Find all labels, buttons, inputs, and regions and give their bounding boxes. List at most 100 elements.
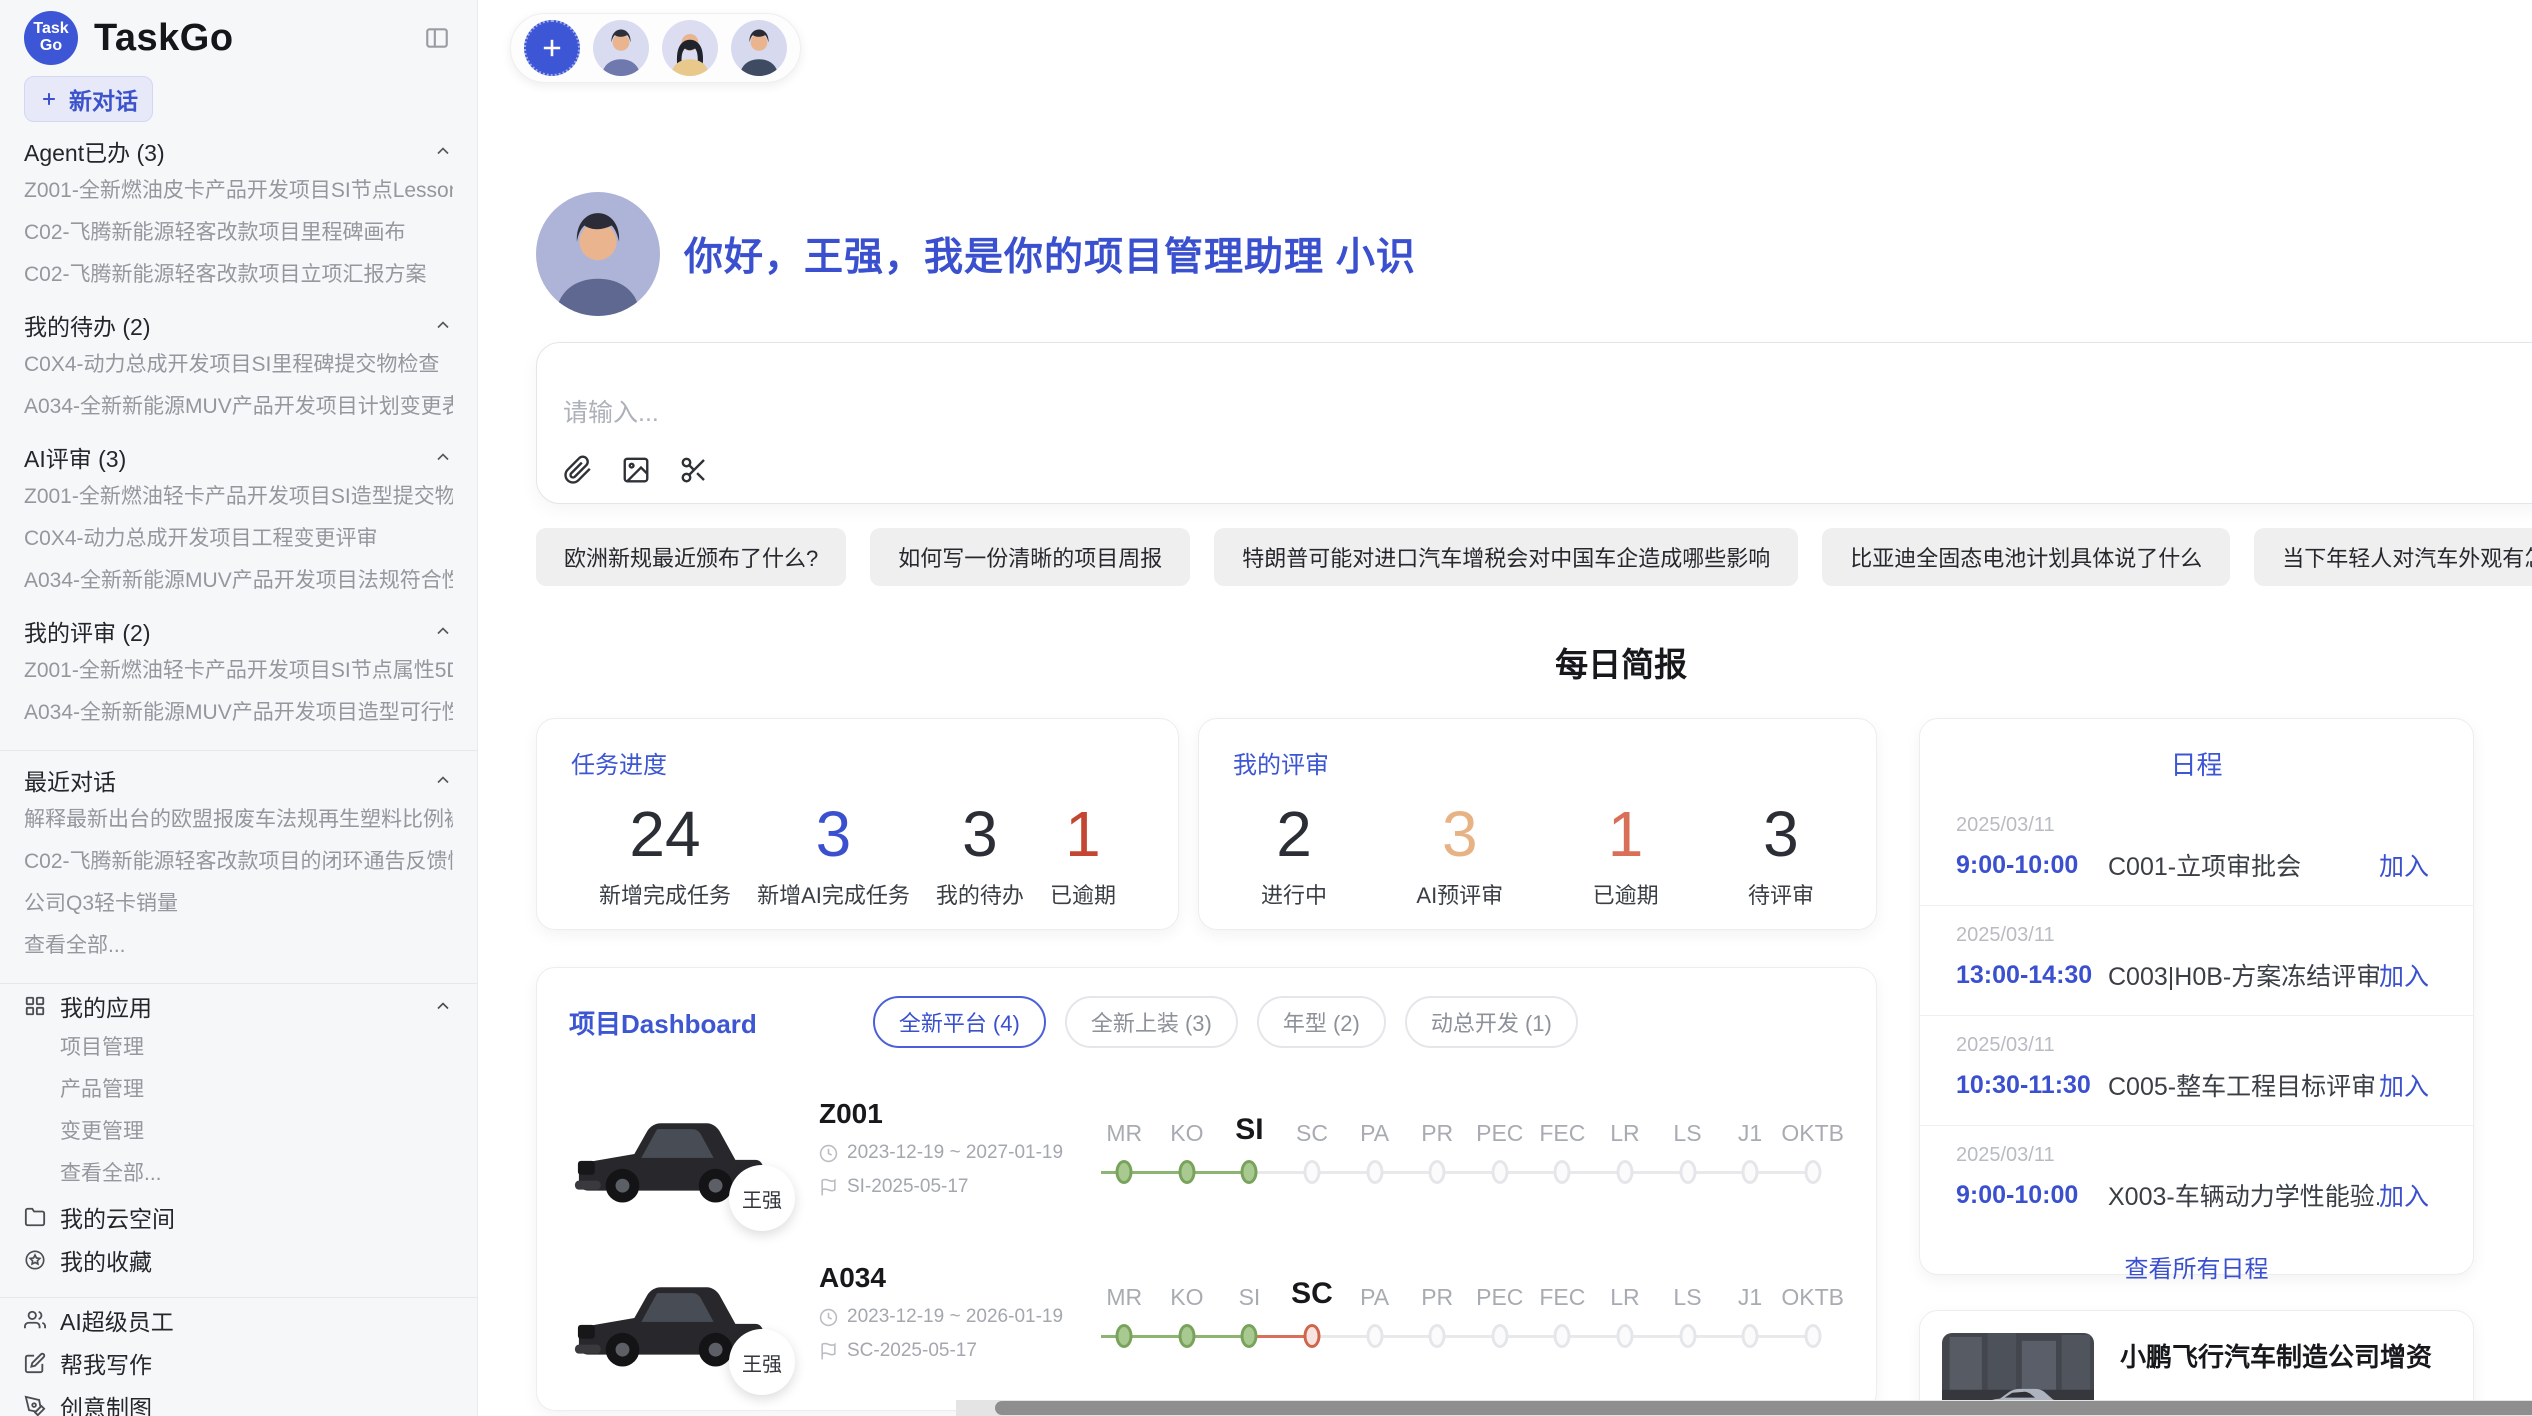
sidebar-app-item[interactable]: 查看全部...: [24, 1153, 453, 1195]
join-link[interactable]: 加入: [2379, 1067, 2429, 1103]
add-agent-button[interactable]: [524, 20, 580, 76]
sidebar-tool-item[interactable]: 创意制图: [24, 1384, 453, 1416]
project-code: Z001: [819, 1098, 1067, 1130]
sidebar-task-item[interactable]: A034-全新新能源MUV产品开发项目法规符合性评审: [24, 560, 453, 602]
milestone-label: SI: [1218, 1271, 1281, 1311]
task-progress-card: 任务进度24新增完成任务3新增AI完成任务3我的待办1已逾期: [536, 718, 1179, 930]
composer-placeholder: 请输入...: [563, 393, 659, 429]
sidebar-recent-item[interactable]: 查看全部...: [24, 925, 453, 967]
project-next-milestone: SC-2025-05-17: [819, 1340, 1067, 1362]
milestone-dot: [1679, 1324, 1696, 1348]
suggestion-chip[interactable]: 如何写一份清晰的项目周报: [870, 528, 1190, 586]
sidebar-tool-item[interactable]: AI超级员工: [24, 1298, 453, 1341]
milestone-date: SI-2025-05-17: [847, 1176, 968, 1198]
milestone-label: SC: [1281, 1271, 1344, 1311]
app-logo: Task Go: [24, 11, 78, 65]
suggestion-chip[interactable]: 欧洲新规最近颁布了什么?: [536, 528, 846, 586]
sidebar-task-item[interactable]: Z001-全新燃油轻卡产品开发项目SI节点属性5D文件评审: [24, 650, 453, 692]
chevron-up-icon: [433, 141, 453, 161]
users-icon: [24, 1309, 46, 1331]
new-chat-label: 新对话: [69, 82, 138, 116]
sidebar-tool-item[interactable]: 帮我写作: [24, 1341, 453, 1384]
sidebar-task-item[interactable]: Z001-全新燃油轻卡产品开发项目SI造型提交物评审: [24, 476, 453, 518]
sidebar-item-favorites[interactable]: 我的收藏: [24, 1238, 453, 1281]
sidebar-task-item[interactable]: C02-飞腾新能源轻客改款项目立项汇报方案: [24, 254, 453, 296]
view-all-schedule-link[interactable]: 查看所有日程: [1920, 1235, 2473, 1292]
greeting-text: 你好，王强，我是你的项目管理助理 小识: [684, 226, 1416, 282]
item-label: 我的收藏: [60, 1243, 152, 1277]
sidebar-section-header[interactable]: 最近对话: [24, 761, 453, 799]
project-row[interactable]: 王强 Z0012023-12-19 ~ 2027-01-19SI-2025-05-…: [569, 1084, 1844, 1212]
image-icon[interactable]: [621, 455, 651, 485]
sidebar-section-header[interactable]: Agent已办 (3): [24, 132, 453, 170]
plus-icon: [39, 89, 59, 109]
event-date: 2025/03/11: [1956, 1144, 2429, 1167]
dashboard-tab[interactable]: 动总开发 (1): [1405, 996, 1578, 1048]
milestone-label: OKTB: [1781, 1271, 1844, 1311]
sidebar-recent-item[interactable]: 解释最新出台的欧盟报废车法规再生塑料比例被调至15%...: [24, 799, 453, 841]
sidebar-section-header[interactable]: AI评审 (3): [24, 438, 453, 476]
sidebar-task-item[interactable]: A034-全新新能源MUV产品开发项目造型可行性评审: [24, 692, 453, 734]
daily-brief-header: 每日简报: [536, 638, 2532, 682]
sidebar-app-item[interactable]: 变更管理: [24, 1111, 453, 1153]
event-time: 9:00-10:00: [1956, 1181, 2108, 1210]
agent-avatar[interactable]: [731, 20, 787, 76]
join-link[interactable]: 加入: [2379, 957, 2429, 993]
sidebar-task-item[interactable]: A034-全新新能源MUV产品开发项目计划变更表编写: [24, 386, 453, 428]
stat-label: 新增完成任务: [599, 878, 731, 910]
sidebar-task-item[interactable]: Z001-全新燃油皮卡产品开发项目SI节点Lesson Learn报告: [24, 170, 453, 212]
date-range: 2023-12-19 ~ 2026-01-19: [847, 1306, 1063, 1328]
dashboard-tab[interactable]: 全新平台 (4): [873, 996, 1046, 1048]
scissors-icon[interactable]: [679, 455, 709, 485]
folder-icon: [24, 1206, 46, 1228]
project-info: Z0012023-12-19 ~ 2027-01-19SI-2025-05-17: [819, 1098, 1067, 1198]
sidebar-task-item[interactable]: C0X4-动力总成开发项目工程变更评审: [24, 518, 453, 560]
sidebar-app-item[interactable]: 项目管理: [24, 1027, 453, 1069]
agent-avatar[interactable]: [593, 20, 649, 76]
milestone-dot: [1742, 1160, 1759, 1184]
dashboard-tab[interactable]: 全新上装 (3): [1065, 996, 1238, 1048]
flag-icon: [819, 1178, 838, 1197]
suggestion-chip[interactable]: 当下年轻人对汽车外观有怎样的喜好趋势: [2254, 528, 2532, 586]
chevron-up-icon: [433, 996, 453, 1016]
horizontal-scrollbar[interactable]: [995, 1401, 2532, 1415]
suggestion-chip[interactable]: 比亚迪全固态电池计划具体说了什么: [1822, 528, 2230, 586]
suggestion-chip[interactable]: 特朗普可能对进口汽车增税会对中国车企造成哪些影响: [1214, 528, 1798, 586]
sidebar-recent-item[interactable]: C02-飞腾新能源轻客改款项目的闭环通告反馈情况: [24, 841, 453, 883]
schedule-card: 日程 2025/03/119:00-10:00C001-立项审批会加入2025/…: [1919, 718, 2474, 1275]
sidebar-item-my-apps[interactable]: 我的应用: [24, 984, 453, 1027]
message-composer[interactable]: 请输入...: [536, 342, 2532, 504]
sidebar-app-item[interactable]: 产品管理: [24, 1069, 453, 1111]
stat-value: 3: [1416, 794, 1503, 874]
milestone-label: OKTB: [1781, 1107, 1844, 1147]
chevron-up-icon: [433, 621, 453, 641]
sidebar-recent-item[interactable]: 公司Q3轻卡销量: [24, 883, 453, 925]
new-chat-button[interactable]: 新对话: [24, 76, 153, 122]
dashboard-tab[interactable]: 年型 (2): [1257, 996, 1386, 1048]
agent-avatar[interactable]: [662, 20, 718, 76]
tool-label: AI超级员工: [60, 1303, 174, 1337]
project-row[interactable]: 王强A0342023-12-19 ~ 2026-01-19SC-2025-05-…: [569, 1248, 1844, 1376]
sidebar-section-header[interactable]: 我的待办 (2): [24, 306, 453, 344]
paperclip-icon[interactable]: [563, 455, 593, 485]
stat-grid: 2进行中3AI预评审1已逾期3待评审: [1233, 794, 1842, 910]
milestone-dot: [1554, 1160, 1571, 1184]
sidebar-task-item[interactable]: C0X4-动力总成开发项目SI里程碑提交物检查: [24, 344, 453, 386]
flag-icon: [819, 1342, 838, 1361]
sidebar-toggle-icon[interactable]: [423, 25, 451, 51]
schedule-event: 2025/03/1110:30-11:30C005-整车工程目标评审加入: [1920, 1016, 2473, 1126]
sidebar-section-header[interactable]: 我的评审 (2): [24, 612, 453, 650]
sidebar-header: Task Go TaskGo: [0, 0, 477, 76]
sidebar-task-item[interactable]: C02-飞腾新能源轻客改款项目里程碑画布: [24, 212, 453, 254]
dashboard-title: 项目Dashboard: [569, 1004, 757, 1041]
sidebar-item-cloud-space[interactable]: 我的云空间: [24, 1195, 453, 1238]
join-link[interactable]: 加入: [2379, 847, 2429, 883]
join-link[interactable]: 加入: [2379, 1177, 2429, 1213]
app-title: TaskGo: [94, 17, 234, 60]
project-image: 王强: [569, 1087, 777, 1209]
topbar: 王强: [478, 0, 2532, 90]
milestone-dot: [1679, 1160, 1696, 1184]
milestone-label: MR: [1093, 1107, 1156, 1147]
stat-label: 我的待办: [936, 878, 1024, 910]
tool-label: 创意制图: [60, 1389, 152, 1416]
